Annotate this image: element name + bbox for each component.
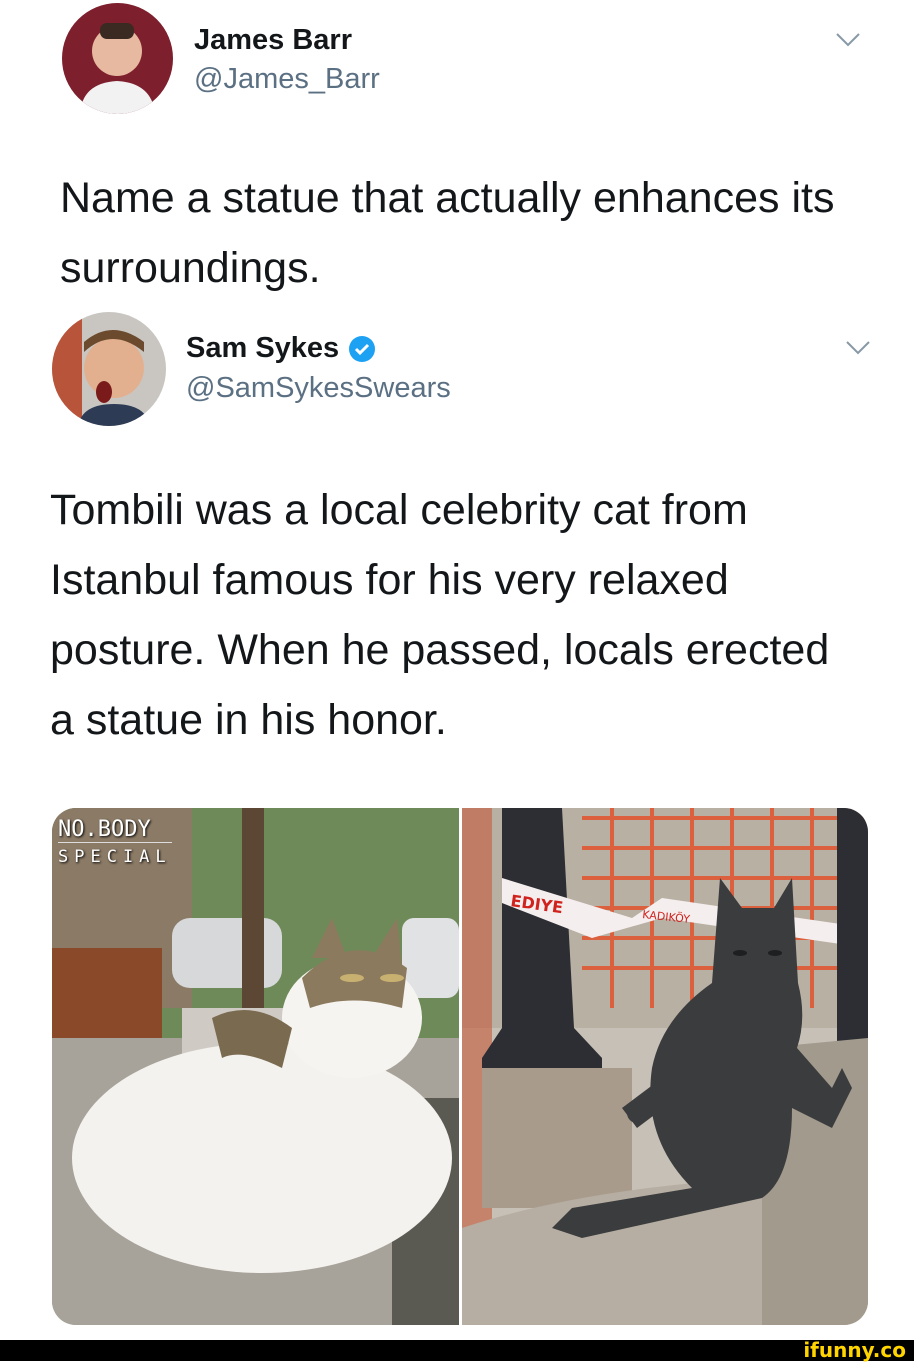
watermark-line2: SPECIAL (58, 842, 172, 869)
author-handle[interactable]: @James_Barr (194, 63, 380, 96)
chevron-down-icon[interactable] (845, 340, 871, 356)
avatar-james-barr[interactable] (62, 3, 173, 114)
source-watermark: NO.BODY SPECIAL (58, 818, 172, 869)
author-name[interactable]: Sam Sykes (186, 332, 339, 365)
verified-badge-icon (349, 335, 376, 362)
tweet-text: Tombili was a local celebrity cat from I… (50, 486, 830, 744)
tweet-text: Name a statue that actually enhances its… (60, 174, 835, 292)
author-name[interactable]: James Barr (194, 24, 352, 57)
avatar-sam-sykes[interactable] (52, 312, 166, 426)
ifunny-watermark: ifunny.co (803, 1338, 906, 1362)
footer-bar (0, 1340, 914, 1361)
photo-tombili-cat[interactable]: NO.BODY SPECIAL (52, 808, 459, 1325)
watermark-line1: NO.BODY (58, 817, 151, 842)
author-name-row: Sam Sykes (186, 332, 377, 365)
photo-tombili-statue[interactable]: EDIYE KADIKÖY (462, 808, 868, 1325)
author-handle[interactable]: @SamSykesSwears (186, 372, 451, 405)
chevron-down-icon[interactable] (835, 32, 861, 48)
